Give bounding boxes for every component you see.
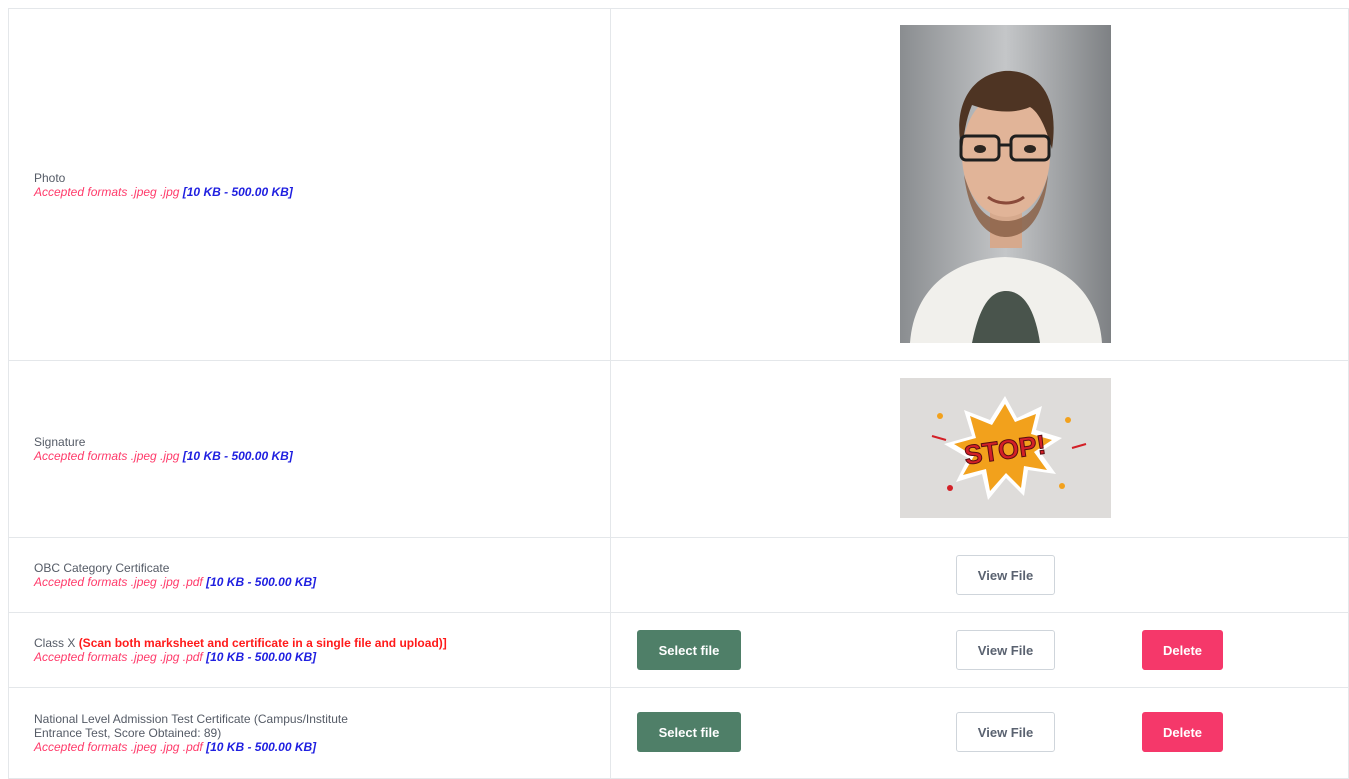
accepted-formats: Accepted formats .jpeg .jpg .pdf: [34, 575, 203, 589]
documents-upload-table: Photo Accepted formats .jpeg .jpg [10 KB…: [8, 8, 1349, 779]
size-limit: [10 KB - 500.00 KB]: [182, 449, 293, 463]
photo-label-cell: Photo Accepted formats .jpeg .jpg [10 KB…: [9, 9, 611, 360]
table-row-class-x: Class X (Scan both marksheet and certifi…: [9, 613, 1349, 688]
table-row-signature: Signature Accepted formats .jpeg .jpg [1…: [9, 361, 1349, 538]
document-name-line-1: National Level Admission Test Certificat…: [34, 712, 348, 726]
signature-label-cell: Signature Accepted formats .jpeg .jpg [1…: [9, 361, 611, 537]
signature-preview-cell: STOP!: [611, 361, 1349, 537]
uploaded-photo-thumbnail[interactable]: [900, 25, 1111, 343]
document-name: Signature: [34, 435, 86, 449]
select-file-button[interactable]: Select file: [637, 712, 741, 752]
class-x-actions-cell: Select file View File Delete: [611, 613, 1349, 687]
accepted-formats: Accepted formats .jpeg .jpg .pdf: [34, 740, 203, 754]
admission-test-actions-cell: Select file View File Delete: [611, 688, 1349, 778]
accepted-formats: Accepted formats .jpeg .jpg: [34, 449, 180, 463]
size-limit: [10 KB - 500.00 KB]: [206, 650, 317, 664]
obc-actions-cell: View File: [611, 538, 1349, 612]
uploaded-signature-thumbnail[interactable]: STOP!: [900, 378, 1111, 518]
class-x-label-cell: Class X (Scan both marksheet and certifi…: [9, 613, 611, 687]
table-row-admission-test-certificate: National Level Admission Test Certificat…: [9, 688, 1349, 779]
obc-label-cell: OBC Category Certificate Accepted format…: [9, 538, 611, 612]
accepted-formats: Accepted formats .jpeg .jpg: [34, 184, 180, 199]
size-limit: [10 KB - 500.00 KB]: [182, 184, 293, 199]
upload-instruction: (Scan both marksheet and certificate in …: [78, 636, 447, 650]
delete-button[interactable]: Delete: [1142, 630, 1223, 670]
document-name: Photo: [34, 170, 66, 185]
document-name-line-2: Entrance Test, Score Obtained: 89): [34, 726, 222, 740]
size-limit: [10 KB - 500.00 KB]: [206, 740, 317, 754]
photo-preview-cell: [611, 9, 1349, 360]
table-row-obc-certificate: OBC Category Certificate Accepted format…: [9, 538, 1349, 613]
admission-test-label-cell: National Level Admission Test Certificat…: [9, 688, 611, 778]
document-name: OBC Category Certificate: [34, 561, 170, 575]
view-file-button[interactable]: View File: [956, 712, 1055, 752]
size-limit: [10 KB - 500.00 KB]: [206, 575, 317, 589]
delete-button[interactable]: Delete: [1142, 712, 1223, 752]
view-file-button[interactable]: View File: [956, 630, 1055, 670]
document-name-line: Class X (Scan both marksheet and certifi…: [34, 636, 447, 650]
select-file-button[interactable]: Select file: [637, 630, 741, 670]
accepted-formats: Accepted formats .jpeg .jpg .pdf: [34, 650, 203, 664]
table-row-photo: Photo Accepted formats .jpeg .jpg [10 KB…: [9, 9, 1349, 361]
document-name: Class X: [34, 636, 76, 650]
view-file-button[interactable]: View File: [956, 555, 1055, 595]
